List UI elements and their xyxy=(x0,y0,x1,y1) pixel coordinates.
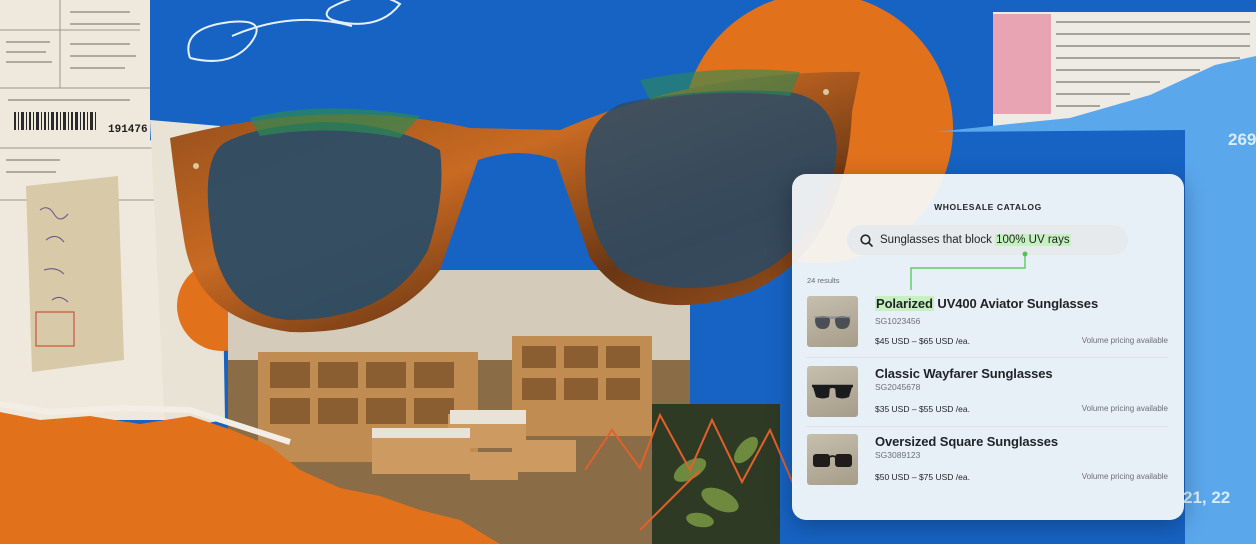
product-row[interactable]: Polarized UV400 Aviator Sunglasses SG102… xyxy=(807,294,1168,354)
wholesale-catalog-panel: WHOLESALE CATALOG Sunglasses that block … xyxy=(792,174,1184,520)
handwritten-note-paper xyxy=(26,176,124,372)
product-name[interactable]: Polarized UV400 Aviator Sunglasses xyxy=(875,296,1098,311)
search-icon xyxy=(859,233,873,247)
product-name[interactable]: Oversized Square Sunglasses xyxy=(875,434,1058,449)
product-name-text: Oversized Square Sunglasses xyxy=(875,434,1058,449)
product-name-text: Classic Wayfarer Sunglasses xyxy=(875,366,1053,381)
match-connector-line xyxy=(910,251,1028,290)
volume-pricing-note: Volume pricing available xyxy=(1081,404,1168,413)
product-sku: SG1023456 xyxy=(875,316,921,326)
result-count: 24 results xyxy=(807,276,840,285)
product-name[interactable]: Classic Wayfarer Sunglasses xyxy=(875,366,1053,381)
product-price: $45 USD – $65 USD /ea. xyxy=(875,336,970,346)
search-input[interactable]: Sunglasses that block 100% UV rays xyxy=(847,225,1128,255)
receipt-number: 191476 xyxy=(108,124,148,136)
search-query-text: Sunglasses that block 100% UV rays xyxy=(880,234,1071,246)
row-divider xyxy=(807,426,1168,427)
product-sku: SG2045678 xyxy=(875,382,921,392)
search-query-highlight: 100% UV rays xyxy=(995,234,1071,246)
product-price: $50 USD – $75 USD /ea. xyxy=(875,472,970,482)
product-row[interactable]: Classic Wayfarer Sunglasses SG2045678 $3… xyxy=(807,364,1168,424)
product-name-highlight: Polarized xyxy=(875,296,934,311)
catalog-title: WHOLESALE CATALOG xyxy=(934,202,1042,212)
aviator-sunglasses-icon xyxy=(807,296,858,347)
product-row[interactable]: Oversized Square Sunglasses SG3089123 $5… xyxy=(807,432,1168,492)
wayfarer-sunglasses-icon xyxy=(807,366,858,417)
search-query-prefix: Sunglasses that block xyxy=(880,234,996,246)
volume-pricing-note: Volume pricing available xyxy=(1081,472,1168,481)
volume-pricing-note: Volume pricing available xyxy=(1081,336,1168,345)
product-price: $35 USD – $55 USD /ea. xyxy=(875,404,970,414)
digits-top-right: 269 xyxy=(1228,130,1256,149)
square-sunglasses-icon xyxy=(807,434,858,485)
product-sku: SG3089123 xyxy=(875,450,921,460)
product-name-text: UV400 Aviator Sunglasses xyxy=(933,296,1099,311)
plant-photo xyxy=(652,404,780,544)
digits-bottom-right: 21, 22 xyxy=(1183,488,1230,507)
row-divider xyxy=(807,357,1168,358)
